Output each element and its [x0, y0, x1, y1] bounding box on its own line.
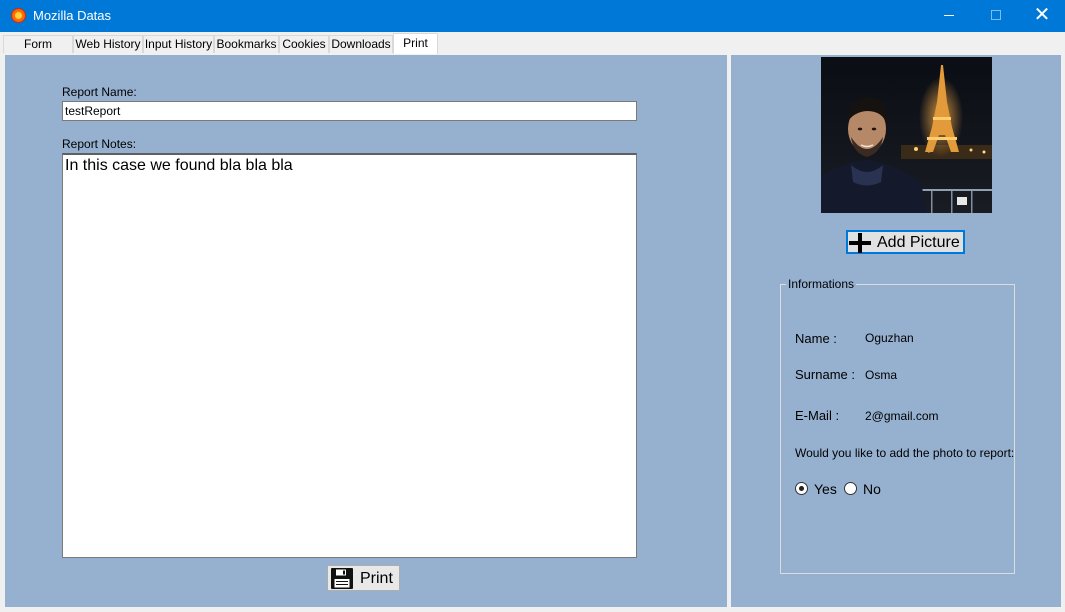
close-button[interactable]: ✕ [1019, 0, 1065, 32]
report-name-label: Report Name: [62, 85, 137, 99]
report-notes-textarea[interactable]: In this case we found bla bla bla [62, 153, 637, 558]
tab-bookmarks[interactable]: Bookmarks [214, 35, 279, 53]
floppy-disk-icon [331, 568, 353, 589]
radio-yes-label[interactable]: Yes [814, 481, 837, 497]
tab-cookies[interactable]: Cookies [279, 35, 329, 53]
radio-no-label[interactable]: No [863, 481, 881, 497]
tab-web-history[interactable]: Web History [73, 35, 143, 53]
tab-downloads[interactable]: Downloads [329, 35, 393, 53]
radio-yes[interactable] [795, 482, 808, 495]
tab-input-history[interactable]: Input History [143, 35, 214, 53]
radio-no[interactable] [844, 482, 857, 495]
title-bar: Mozilla Datas ✕ [0, 0, 1065, 32]
tab-form-history[interactable]: Form History [3, 35, 73, 68]
report-name-input[interactable] [62, 101, 637, 121]
profile-photo [821, 57, 992, 213]
add-picture-button[interactable]: Add Picture [846, 230, 965, 254]
informations-legend: Informations [786, 277, 857, 291]
name-label: Name : [795, 331, 837, 346]
name-value: Oguzhan [865, 331, 914, 345]
add-photo-question: Would you like to add the photo to repor… [795, 446, 1015, 460]
close-icon: ✕ [1033, 4, 1051, 26]
print-button[interactable]: Print [327, 565, 400, 591]
minimize-button[interactable] [926, 0, 972, 32]
firefox-icon [11, 8, 26, 23]
maximize-button[interactable] [972, 0, 1018, 32]
print-button-label: Print [360, 570, 393, 587]
plus-icon [849, 233, 871, 253]
email-label: E-Mail : [795, 408, 840, 423]
window-title: Mozilla Datas [33, 8, 112, 23]
tab-strip: Form History Web History Input History B… [0, 32, 1065, 68]
surname-value: Osma [865, 368, 898, 382]
tab-print[interactable]: Print [393, 33, 438, 55]
informations-groupbox [780, 284, 1015, 574]
email-value: 2@gmail.com [865, 409, 939, 423]
add-picture-label: Add Picture [877, 234, 960, 251]
report-notes-label: Report Notes: [62, 137, 137, 151]
surname-label: Surname : [795, 367, 855, 382]
